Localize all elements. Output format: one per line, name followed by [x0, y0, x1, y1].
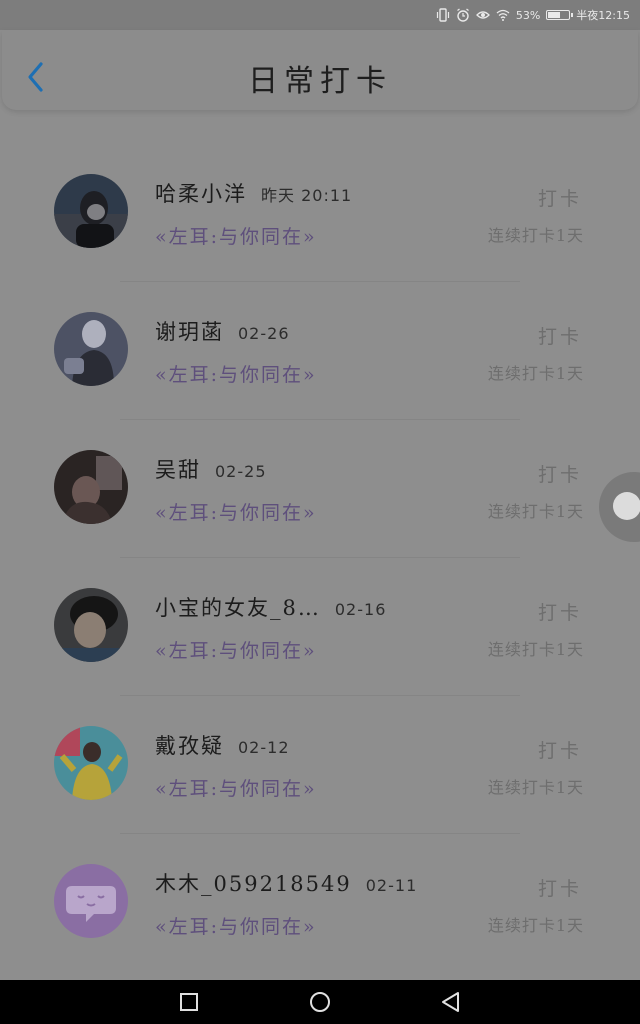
user-name: 谢玥菡 02-26	[155, 316, 290, 346]
user-name-text: 木木_059218549	[155, 872, 352, 896]
chat-bubble-icon	[54, 864, 128, 938]
post-date: 昨天 20:11	[261, 186, 353, 205]
battery-icon	[546, 10, 574, 20]
checkin-list: 哈柔小洋 昨天 20:11 «左耳:与你同在» 打卡 连续打卡1天 谢玥菡 02-2…	[0, 150, 640, 978]
avatar[interactable]	[54, 174, 128, 248]
clock: 半夜12:15	[576, 9, 630, 22]
list-item[interactable]: 吴甜 02-25 «左耳:与你同在» 打卡 连续打卡1天	[0, 426, 640, 564]
alarm-icon	[456, 8, 469, 22]
post-date: 02-26	[238, 324, 290, 343]
user-name-text: 小宝的女友_8…	[155, 596, 321, 620]
streak-label: 连续打卡1天	[487, 916, 584, 935]
divider	[120, 281, 520, 282]
recents-button[interactable]	[175, 988, 203, 1016]
book-tagline[interactable]: «左耳:与你同在»	[155, 222, 317, 249]
book-tagline[interactable]: «左耳:与你同在»	[155, 912, 317, 939]
status-icons: 53% 半夜12:15	[436, 6, 630, 24]
status-bar: 53% 半夜12:15	[0, 0, 640, 30]
divider	[120, 419, 520, 420]
list-item[interactable]: 小宝的女友_8… 02-16 «左耳:与你同在» 打卡 连续打卡1天	[0, 564, 640, 702]
list-item[interactable]: 谢玥菡 02-26 «左耳:与你同在» 打卡 连续打卡1天	[0, 288, 640, 426]
navigation-bar	[0, 980, 640, 1024]
checkin-button[interactable]: 打卡	[538, 184, 582, 211]
user-name-text: 吴甜	[155, 458, 201, 482]
avatar[interactable]	[54, 726, 128, 800]
eye-icon	[475, 11, 490, 19]
page-title: 日常打卡	[248, 64, 392, 99]
avatar[interactable]	[54, 588, 128, 662]
user-name-text: 哈柔小洋	[155, 182, 247, 206]
user-name: 木木_059218549 02-11	[155, 868, 417, 898]
divider	[120, 695, 520, 696]
book-tagline[interactable]: «左耳:与你同在»	[155, 498, 317, 525]
user-name-text: 戴孜疑	[155, 734, 224, 758]
divider	[120, 557, 520, 558]
checkin-button[interactable]: 打卡	[538, 460, 582, 487]
user-name: 哈柔小洋 昨天 20:11	[155, 178, 352, 208]
user-name: 吴甜 02-25	[155, 454, 267, 484]
avatar[interactable]	[54, 312, 128, 386]
header: 日常打卡	[2, 30, 638, 110]
list-item[interactable]: 戴孜疑 02-12 «左耳:与你同在» 打卡 连续打卡1天	[0, 702, 640, 840]
wifi-icon	[496, 9, 510, 21]
avatar[interactable]	[54, 450, 128, 524]
book-tagline[interactable]: «左耳:与你同在»	[155, 774, 317, 801]
post-date: 02-16	[334, 600, 387, 619]
list-item[interactable]: 哈柔小洋 昨天 20:11 «左耳:与你同在» 打卡 连续打卡1天	[0, 150, 640, 288]
back-nav-button[interactable]	[437, 988, 465, 1016]
streak-label: 连续打卡1天	[487, 640, 584, 659]
checkin-button[interactable]: 打卡	[538, 322, 582, 349]
user-name: 戴孜疑 02-12	[155, 730, 290, 760]
user-name-text: 谢玥菡	[155, 320, 224, 344]
book-tagline[interactable]: «左耳:与你同在»	[155, 360, 317, 387]
home-button[interactable]	[306, 988, 334, 1016]
streak-label: 连续打卡1天	[487, 778, 584, 797]
divider	[120, 833, 520, 834]
avatar[interactable]	[54, 864, 128, 938]
user-name: 小宝的女友_8… 02-16	[155, 592, 386, 622]
triangle-back-icon	[442, 992, 459, 1012]
square-recents-icon	[180, 993, 198, 1011]
post-date: 02-25	[215, 462, 267, 481]
streak-label: 连续打卡1天	[487, 364, 584, 383]
vibrate-icon	[436, 8, 449, 22]
streak-label: 连续打卡1天	[487, 502, 584, 521]
checkin-button[interactable]: 打卡	[538, 598, 582, 625]
streak-label: 连续打卡1天	[487, 226, 584, 245]
post-date: 02-11	[365, 876, 418, 895]
list-item[interactable]: 木木_059218549 02-11 «左耳:与你同在» 打卡 连续打卡1天	[0, 840, 640, 978]
circle-home-icon	[310, 992, 330, 1012]
battery-percent: 53%	[515, 8, 541, 22]
post-date: 02-12	[238, 738, 290, 757]
checkin-button[interactable]: 打卡	[538, 874, 582, 901]
checkin-button[interactable]: 打卡	[538, 736, 582, 763]
book-tagline[interactable]: «左耳:与你同在»	[155, 636, 317, 663]
